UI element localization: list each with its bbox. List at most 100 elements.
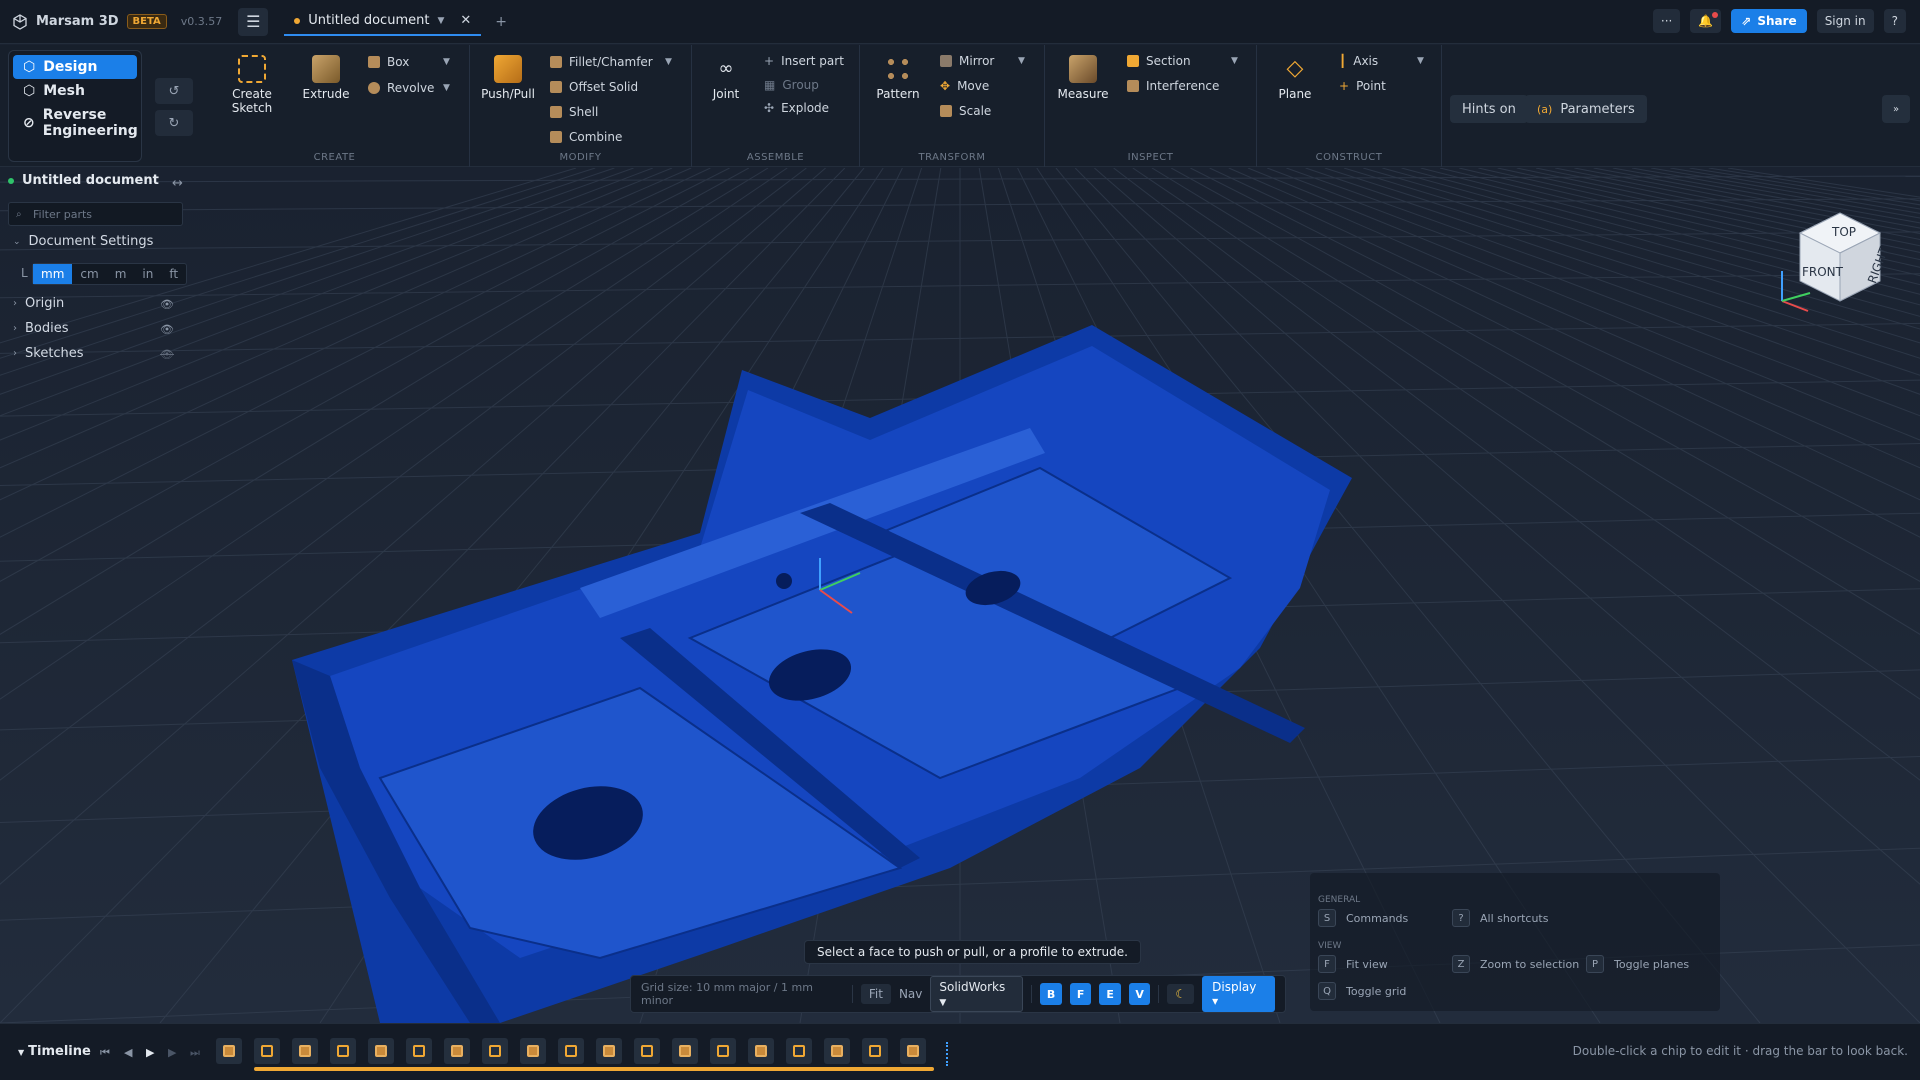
timeline-chip[interactable] bbox=[520, 1038, 546, 1064]
timeline-chip[interactable] bbox=[558, 1038, 584, 1064]
extrude-button[interactable]: Extrude bbox=[296, 55, 356, 101]
sign-in-button[interactable]: Sign in bbox=[1816, 9, 1874, 33]
section-dropdown-icon[interactable]: ▼ bbox=[1231, 56, 1238, 66]
more-options-button[interactable]: ··· bbox=[1652, 9, 1681, 33]
view-button-v[interactable]: V bbox=[1128, 983, 1151, 1005]
nav-style-select[interactable]: SolidWorks ▼ bbox=[930, 976, 1024, 1012]
tab-untitled-document[interactable]: Untitled document ▼ ✕ bbox=[284, 8, 482, 36]
timeline-chip[interactable] bbox=[672, 1038, 698, 1064]
timeline-chip[interactable] bbox=[710, 1038, 736, 1064]
box-dropdown-icon[interactable]: ▼ bbox=[443, 57, 450, 67]
hamburger-menu-button[interactable]: ☰ bbox=[238, 7, 269, 36]
timeline-progress-bar[interactable] bbox=[254, 1067, 934, 1071]
timeline-next-icon[interactable]: ▶ bbox=[168, 1046, 176, 1059]
close-tab-icon[interactable]: ✕ bbox=[460, 13, 471, 28]
move-button[interactable]: ✥ Move bbox=[940, 79, 989, 93]
timeline-last-icon[interactable]: ⏭ bbox=[190, 1046, 200, 1060]
offset-solid-button[interactable]: Offset Solid bbox=[550, 80, 638, 94]
display-menu-button[interactable]: Display ▾ bbox=[1202, 976, 1276, 1012]
axis-button[interactable]: ┃ Axis bbox=[1339, 54, 1378, 68]
unit-ft[interactable]: ft bbox=[161, 264, 186, 284]
combine-button[interactable]: Combine bbox=[550, 130, 622, 144]
new-tab-button[interactable]: + bbox=[495, 14, 507, 30]
timeline-chip[interactable] bbox=[482, 1038, 508, 1064]
section-button[interactable]: Section bbox=[1127, 54, 1191, 68]
timeline-chip[interactable] bbox=[748, 1038, 774, 1064]
parameters-button[interactable]: (a) Parameters bbox=[1525, 95, 1647, 123]
interference-button[interactable]: Interference bbox=[1127, 79, 1219, 93]
push-pull-button[interactable]: Push/Pull bbox=[478, 55, 538, 101]
timeline-toggle[interactable]: ▼ Timeline bbox=[18, 1044, 91, 1059]
mirror-dropdown-icon[interactable]: ▼ bbox=[1018, 56, 1025, 66]
collapse-ribbon-button[interactable]: » bbox=[1882, 95, 1910, 123]
view-cube-front-label[interactable]: FRONT bbox=[1802, 265, 1844, 279]
timeline-play-icon[interactable]: ▶ bbox=[146, 1046, 154, 1059]
undo-button[interactable]: ↺ bbox=[155, 78, 193, 104]
timeline-chip[interactable] bbox=[786, 1038, 812, 1064]
shell-button[interactable]: Shell bbox=[550, 105, 598, 119]
shortcut-toggle-grid[interactable]: Q Toggle grid bbox=[1318, 982, 1406, 1000]
insert-part-button[interactable]: + Insert part bbox=[764, 54, 844, 68]
timeline-chip[interactable] bbox=[292, 1038, 318, 1064]
workspace-design[interactable]: ⬡ Design bbox=[13, 55, 137, 79]
view-cube-top-label[interactable]: TOP bbox=[1831, 225, 1856, 239]
notifications-bell-icon[interactable]: 🔔 bbox=[1690, 9, 1722, 33]
shortcut-zoom-selection[interactable]: Z Zoom to selection bbox=[1452, 955, 1579, 973]
chevron-down-icon[interactable]: ▼ bbox=[437, 16, 444, 26]
help-button[interactable]: ? bbox=[1883, 9, 1906, 33]
document-settings-item[interactable]: ⌄ Document Settings bbox=[13, 234, 153, 249]
unit-cm[interactable]: cm bbox=[72, 264, 106, 284]
timeline-chip[interactable] bbox=[862, 1038, 888, 1064]
view-button-f[interactable]: F bbox=[1069, 983, 1092, 1005]
shortcut-fit-view[interactable]: F Fit view bbox=[1318, 955, 1388, 973]
fit-button[interactable]: Fit bbox=[860, 984, 891, 1004]
mirror-button[interactable]: Mirror bbox=[940, 54, 994, 68]
timeline-chip[interactable] bbox=[406, 1038, 432, 1064]
joint-button[interactable]: ∞ Joint bbox=[696, 55, 756, 101]
resize-panel-icon[interactable]: ↔ bbox=[172, 176, 183, 191]
timeline-marker-handle[interactable] bbox=[946, 1042, 950, 1066]
timeline-chip[interactable] bbox=[216, 1038, 242, 1064]
unit-mm[interactable]: mm bbox=[33, 264, 73, 284]
shortcut-toggle-planes[interactable]: P Toggle planes bbox=[1586, 955, 1689, 973]
timeline-chip[interactable] bbox=[824, 1038, 850, 1064]
share-button[interactable]: ⇗ Share bbox=[1731, 9, 1807, 33]
fillet-dropdown-icon[interactable]: ▼ bbox=[665, 57, 672, 67]
fillet-chamfer-button[interactable]: Fillet/Chamfer bbox=[550, 55, 653, 69]
timeline-prev-icon[interactable]: ◀ bbox=[124, 1046, 132, 1059]
explode-button[interactable]: ✣ Explode bbox=[764, 101, 829, 115]
timeline-chip[interactable] bbox=[444, 1038, 470, 1064]
revolve-button[interactable]: Revolve bbox=[368, 81, 434, 95]
plane-button[interactable]: ◇ Plane bbox=[1265, 55, 1325, 101]
shortcut-commands[interactable]: S Commands bbox=[1318, 909, 1408, 927]
shortcut-all[interactable]: ? All shortcuts bbox=[1452, 909, 1548, 927]
dark-mode-moon-icon[interactable]: ☾ bbox=[1167, 984, 1195, 1004]
timeline-chip[interactable] bbox=[368, 1038, 394, 1064]
timeline-chip[interactable] bbox=[634, 1038, 660, 1064]
pattern-button[interactable]: Pattern bbox=[868, 55, 928, 101]
timeline-chip[interactable] bbox=[330, 1038, 356, 1064]
revolve-dropdown-icon[interactable]: ▼ bbox=[443, 83, 450, 93]
eye-icon[interactable]: 👁 bbox=[160, 298, 174, 311]
measure-button[interactable]: Measure bbox=[1053, 55, 1113, 101]
point-button[interactable]: + Point bbox=[1339, 79, 1386, 93]
tree-item-sketches[interactable]: › Sketches bbox=[13, 346, 84, 361]
timeline-first-icon[interactable]: ⏮ bbox=[100, 1046, 110, 1060]
box-button[interactable]: Box bbox=[368, 55, 409, 69]
unit-in[interactable]: in bbox=[134, 264, 161, 284]
view-button-e[interactable]: E bbox=[1099, 983, 1121, 1005]
eye-off-icon[interactable]: 👁 bbox=[160, 348, 174, 361]
tree-item-bodies[interactable]: › Bodies bbox=[13, 321, 69, 336]
workspace-mesh[interactable]: ⬡ Mesh bbox=[13, 79, 137, 103]
eye-icon[interactable]: 👁 bbox=[160, 323, 174, 336]
redo-button[interactable]: ↻ bbox=[155, 110, 193, 136]
workspace-reverse-engineering[interactable]: ⊘ Reverse Engineering bbox=[13, 103, 138, 143]
timeline-chip[interactable] bbox=[596, 1038, 622, 1064]
view-button-b[interactable]: B bbox=[1040, 983, 1062, 1005]
scale-button[interactable]: Scale bbox=[940, 104, 991, 118]
tree-item-origin[interactable]: › Origin bbox=[13, 296, 64, 311]
create-sketch-button[interactable]: Create Sketch bbox=[222, 55, 282, 115]
timeline-chip[interactable] bbox=[254, 1038, 280, 1064]
axis-dropdown-icon[interactable]: ▼ bbox=[1417, 56, 1424, 66]
group-button[interactable]: ▦ Group bbox=[764, 78, 819, 92]
